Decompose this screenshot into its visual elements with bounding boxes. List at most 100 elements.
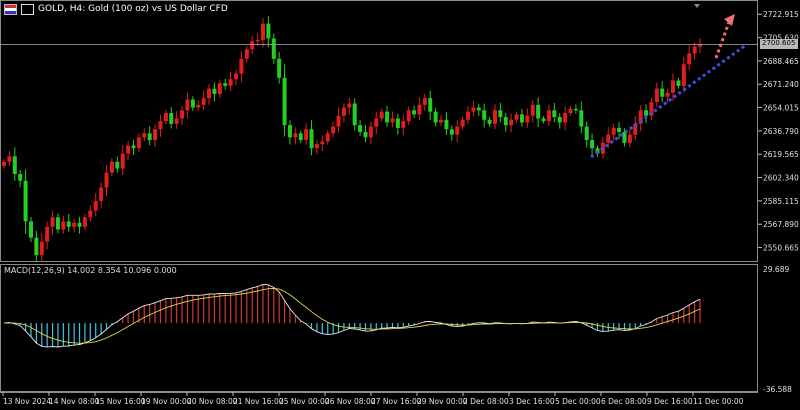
candle-body: [304, 129, 309, 141]
time-axis-label: 13 Nov 2024: [3, 397, 51, 406]
time-axis-label: 14 Nov 08:00: [49, 397, 100, 406]
candle-body: [606, 134, 611, 143]
flag-icon[interactable]: [4, 3, 17, 15]
macd-axis-bottom: -36.588: [763, 385, 792, 394]
candle-body: [660, 88, 665, 97]
candle-body: [136, 137, 141, 149]
candle-body: [341, 107, 346, 116]
candle-body: [665, 92, 670, 97]
candle-body: [126, 145, 131, 154]
candle-body: [471, 107, 476, 112]
candle-body: [331, 126, 336, 134]
time-axis-label: 21 Nov 16:00: [233, 397, 284, 406]
candle-body: [573, 108, 578, 111]
candle-body: [120, 153, 125, 169]
time-axis-label: 3 Dec 16:00: [509, 397, 555, 406]
candle-body: [109, 161, 114, 173]
time-axis-label: 9 Dec 16:00: [647, 397, 693, 406]
candle-body: [352, 103, 357, 126]
main-panel-frame: [0, 0, 758, 262]
candle-body: [525, 115, 530, 123]
candle-body: [314, 144, 319, 149]
candle-body: [244, 49, 249, 59]
candle-body: [455, 126, 460, 135]
candle-body: [142, 133, 147, 138]
candle-body: [28, 221, 33, 238]
candle-body: [590, 140, 595, 149]
candle-body: [163, 113, 168, 122]
candle-body: [39, 241, 44, 256]
candle-body: [169, 113, 174, 124]
candle-body: [358, 125, 363, 132]
candle-body: [541, 118, 546, 122]
candle-body: [546, 110, 551, 122]
candle-body: [2, 161, 6, 166]
time-axis-label: 11 Dec 00:00: [693, 397, 744, 406]
candle-body: [207, 88, 212, 99]
candle-body: [482, 110, 487, 120]
time-axis-label: 19 Nov 00:00: [141, 397, 192, 406]
candle-body: [433, 111, 438, 123]
candle-body: [449, 129, 454, 135]
candle-body: [395, 118, 400, 128]
candle-body: [439, 119, 444, 123]
candle-body: [158, 121, 163, 130]
time-axis-label: 6 Dec 08:00: [601, 397, 647, 406]
candle-body: [563, 113, 568, 123]
time-axis-label: 29 Nov 00:00: [417, 397, 468, 406]
time-axis-label: 5 Dec 00:00: [555, 397, 601, 406]
candle-body: [82, 217, 87, 227]
candle-body: [287, 125, 292, 138]
triangle-icon[interactable]: [21, 3, 34, 15]
price-axis-label: 2722.915: [763, 10, 799, 19]
time-axis-label: 20 Nov 08:00: [187, 397, 238, 406]
candle-body: [104, 172, 109, 188]
candle-body: [503, 117, 508, 126]
candle-body: [61, 221, 66, 230]
candle-body: [196, 104, 201, 108]
time-axis-label: 2 Dec 08:00: [463, 397, 509, 406]
candle-body: [309, 129, 314, 149]
candle-body: [88, 210, 93, 218]
candle-body: [460, 119, 465, 127]
candle-body: [363, 131, 368, 138]
candle-body: [277, 58, 282, 78]
candle-body: [147, 133, 152, 141]
candle-body: [131, 145, 136, 149]
chart-shift-marker: [694, 4, 700, 8]
candle-body: [250, 41, 255, 50]
candle-body: [498, 110, 503, 118]
candle-body: [676, 80, 681, 86]
candle-body: [115, 161, 120, 169]
candle-body: [298, 133, 303, 141]
candle-body: [428, 98, 433, 112]
candle-body: [579, 110, 584, 127]
time-axis-label: 15 Nov 16:00: [95, 397, 146, 406]
candle-body: [217, 83, 222, 95]
price-axis-label: 2619.565: [763, 150, 799, 159]
candle-body: [282, 77, 287, 126]
current-price-tag: 2700.605: [760, 39, 798, 50]
candle-body: [401, 121, 406, 128]
candle-body: [530, 104, 535, 116]
symbol-title: GOLD, H4: Gold (100 oz) vs US Dollar CFD: [38, 4, 228, 14]
chart-header: GOLD, H4: Gold (100 oz) vs US Dollar CFD: [4, 2, 228, 16]
candle-body: [185, 99, 190, 111]
candle-body: [611, 127, 616, 135]
price-axis-label: 2688.465: [763, 57, 799, 66]
candle-body: [234, 73, 238, 80]
price-axis-label: 2636.790: [763, 127, 799, 136]
candle-body: [568, 108, 573, 114]
candle-body: [55, 217, 60, 230]
candle-body: [368, 126, 373, 138]
candle-body: [390, 118, 395, 123]
candle-body: [492, 110, 497, 124]
candle-body: [255, 39, 260, 42]
candle-body: [379, 111, 384, 119]
projection-arrow-line: [714, 21, 731, 59]
candle-body: [412, 110, 417, 115]
chart-canvas[interactable]: 2722.9152705.6302688.4652671.2402654.015…: [0, 0, 800, 410]
candle-body: [320, 141, 325, 145]
candle-body: [422, 98, 427, 105]
candle-body: [271, 38, 276, 59]
